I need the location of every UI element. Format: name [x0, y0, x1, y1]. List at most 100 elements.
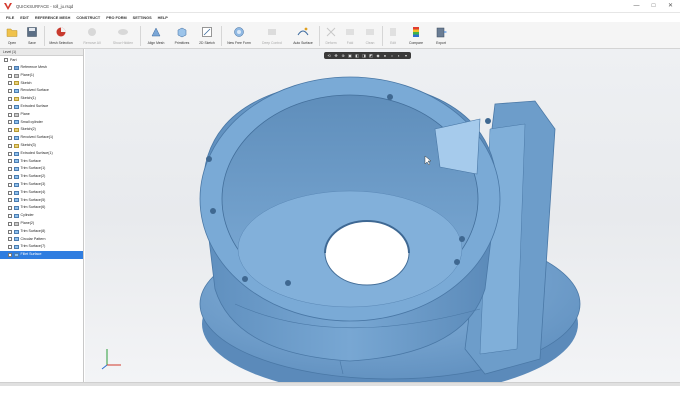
menu-file[interactable]: FILE — [6, 16, 14, 20]
primitives-button[interactable]: Primitives — [170, 24, 194, 48]
right-view-icon[interactable]: ◩ — [368, 53, 374, 58]
tree-item-checkbox[interactable] — [8, 190, 12, 195]
tree-item[interactable]: Cylinder — [0, 212, 83, 220]
tree-item-label: Circular Pattern — [20, 236, 46, 241]
view-toolbar: ⟲ ✥ ⊕ ▣ ◧ ◨ ◩ ◆ ● ○ ◐ ▾ — [324, 52, 411, 59]
auto-surface-button[interactable]: Auto Surface — [289, 24, 317, 48]
fold-button[interactable]: Fold — [341, 24, 359, 48]
tree-item-checkbox[interactable] — [8, 120, 12, 125]
tree-item[interactable]: Revolved Surface — [0, 87, 83, 95]
pan-icon[interactable]: ✥ — [333, 53, 339, 58]
new-free-form-button[interactable]: New Free Form — [223, 24, 255, 48]
tree-item[interactable]: Trim Surface(2) — [0, 173, 83, 181]
tree-item-label: Sketch — [20, 80, 32, 85]
open-button[interactable]: Open — [2, 24, 22, 48]
tree-item-checkbox[interactable] — [8, 198, 12, 203]
zoom-icon[interactable]: ⊕ — [340, 53, 346, 58]
export-button[interactable]: Export — [430, 24, 452, 48]
deform-button[interactable]: Deform — [321, 24, 341, 48]
shading-icon[interactable]: ● — [382, 53, 388, 58]
section-icon[interactable]: ◐ — [396, 53, 402, 58]
3d-viewport[interactable] — [85, 49, 680, 382]
tree-item[interactable]: Extruded Surface(1) — [0, 150, 83, 158]
display-options-icon[interactable]: ▾ — [403, 53, 409, 58]
tree-item-checkbox[interactable] — [8, 214, 12, 219]
tree-item-checkbox[interactable] — [8, 128, 12, 133]
tree-item[interactable]: Sketch(2) — [0, 126, 83, 134]
tree-item[interactable]: Trim Surface(1) — [0, 165, 83, 173]
tree-item-checkbox[interactable] — [8, 167, 12, 172]
tree-root-label: Part — [10, 58, 17, 62]
tree-item-label: Trim Surface(2) — [20, 174, 46, 179]
save-button[interactable]: Save — [22, 24, 42, 48]
tree-item[interactable]: Trim Surface(3) — [0, 181, 83, 189]
tree-item[interactable]: Trim Surface(6) — [0, 204, 83, 212]
2d-sketch-button[interactable]: 2D Sketch — [195, 24, 219, 48]
surf-feature-icon — [14, 159, 19, 164]
maximize-icon[interactable]: □ — [650, 3, 657, 10]
tree-item-checkbox[interactable] — [8, 159, 12, 164]
tree-item[interactable]: Fillet Surface — [0, 251, 83, 259]
tree-root-checkbox[interactable] — [4, 58, 8, 62]
menu-settings[interactable]: SETTINGS — [133, 16, 152, 20]
tree-item-checkbox[interactable] — [8, 73, 12, 78]
tree-item[interactable]: Trim Surface(5) — [0, 197, 83, 205]
menu-reference-mesh[interactable]: REFERENCE MESH — [35, 16, 70, 20]
tree-item[interactable]: Revolved Surface(1) — [0, 134, 83, 142]
tree-item-checkbox[interactable] — [8, 81, 12, 86]
tree-item[interactable]: Reference Mesh — [0, 64, 83, 72]
tree-item[interactable]: Trim Surface(4) — [0, 189, 83, 197]
tree-item[interactable]: Sketch(3) — [0, 142, 83, 150]
front-view-icon[interactable]: ◧ — [354, 53, 360, 58]
tree-header: Level (1) — [0, 49, 83, 56]
tree-item[interactable]: Circular Pattern — [0, 236, 83, 244]
tree-item-checkbox[interactable] — [8, 136, 12, 141]
tree-item-checkbox[interactable] — [8, 182, 12, 187]
tree-item-checkbox[interactable] — [8, 151, 12, 156]
iso-view-icon[interactable]: ◆ — [375, 53, 381, 58]
rotate-icon[interactable]: ⟲ — [326, 53, 332, 58]
tree-item[interactable]: Extruded Surface — [0, 103, 83, 111]
tree-item-checkbox[interactable] — [8, 206, 12, 211]
fit-icon[interactable]: ▣ — [347, 53, 353, 58]
deep-control-button[interactable]: Deep Control — [257, 24, 287, 48]
tree-item[interactable]: Plane — [0, 111, 83, 119]
tree-item[interactable]: Sketch(1) — [0, 95, 83, 103]
wireframe-icon[interactable]: ○ — [389, 53, 395, 58]
tree-item-checkbox[interactable] — [8, 229, 12, 234]
compare-button[interactable]: Compare — [404, 24, 428, 48]
edit-button[interactable]: Edit — [384, 24, 402, 48]
top-view-icon[interactable]: ◨ — [361, 53, 367, 58]
tree-item[interactable]: Trim Surface(7) — [0, 243, 83, 251]
tree-item[interactable]: Plane(1) — [0, 72, 83, 80]
minimize-icon[interactable]: — — [633, 3, 640, 10]
tree-item[interactable]: Small cylinder — [0, 119, 83, 127]
align-mesh-button[interactable]: Align Mesh — [143, 24, 169, 48]
tree-item[interactable]: Sketch — [0, 80, 83, 88]
tree-item-checkbox[interactable] — [8, 175, 12, 180]
tree-item-checkbox[interactable] — [8, 221, 12, 226]
menu-pro-form[interactable]: PRO FORM — [106, 16, 126, 20]
menu-help[interactable]: HELP — [158, 16, 168, 20]
menu-edit[interactable]: EDIT — [20, 16, 29, 20]
close-icon[interactable]: ✕ — [667, 3, 674, 10]
show-hidden-button[interactable]: Show Hidden — [108, 24, 138, 48]
tree-item-checkbox[interactable] — [8, 65, 12, 70]
remove-all-button[interactable]: Remove All — [78, 24, 106, 48]
tree-item[interactable]: Trim Surface — [0, 158, 83, 166]
tree-item-checkbox[interactable] — [8, 245, 12, 250]
tree-item-checkbox[interactable] — [8, 253, 12, 258]
mesh-selection-button[interactable]: Mesh Selection — [46, 24, 76, 48]
tree-item-checkbox[interactable] — [8, 104, 12, 109]
tree-item-checkbox[interactable] — [8, 89, 12, 94]
tree-item-checkbox[interactable] — [8, 237, 12, 242]
menu-construct[interactable]: CONSTRUCT — [76, 16, 100, 20]
tree-root[interactable]: Part — [0, 56, 83, 64]
surf-feature-icon — [14, 89, 19, 94]
tree-item[interactable]: Trim Surface(8) — [0, 228, 83, 236]
tree-item[interactable]: Plane(2) — [0, 220, 83, 228]
tree-item-checkbox[interactable] — [8, 112, 12, 117]
tree-item-checkbox[interactable] — [8, 97, 12, 102]
clean-button[interactable]: Clean — [360, 24, 380, 48]
tree-item-checkbox[interactable] — [8, 143, 12, 148]
